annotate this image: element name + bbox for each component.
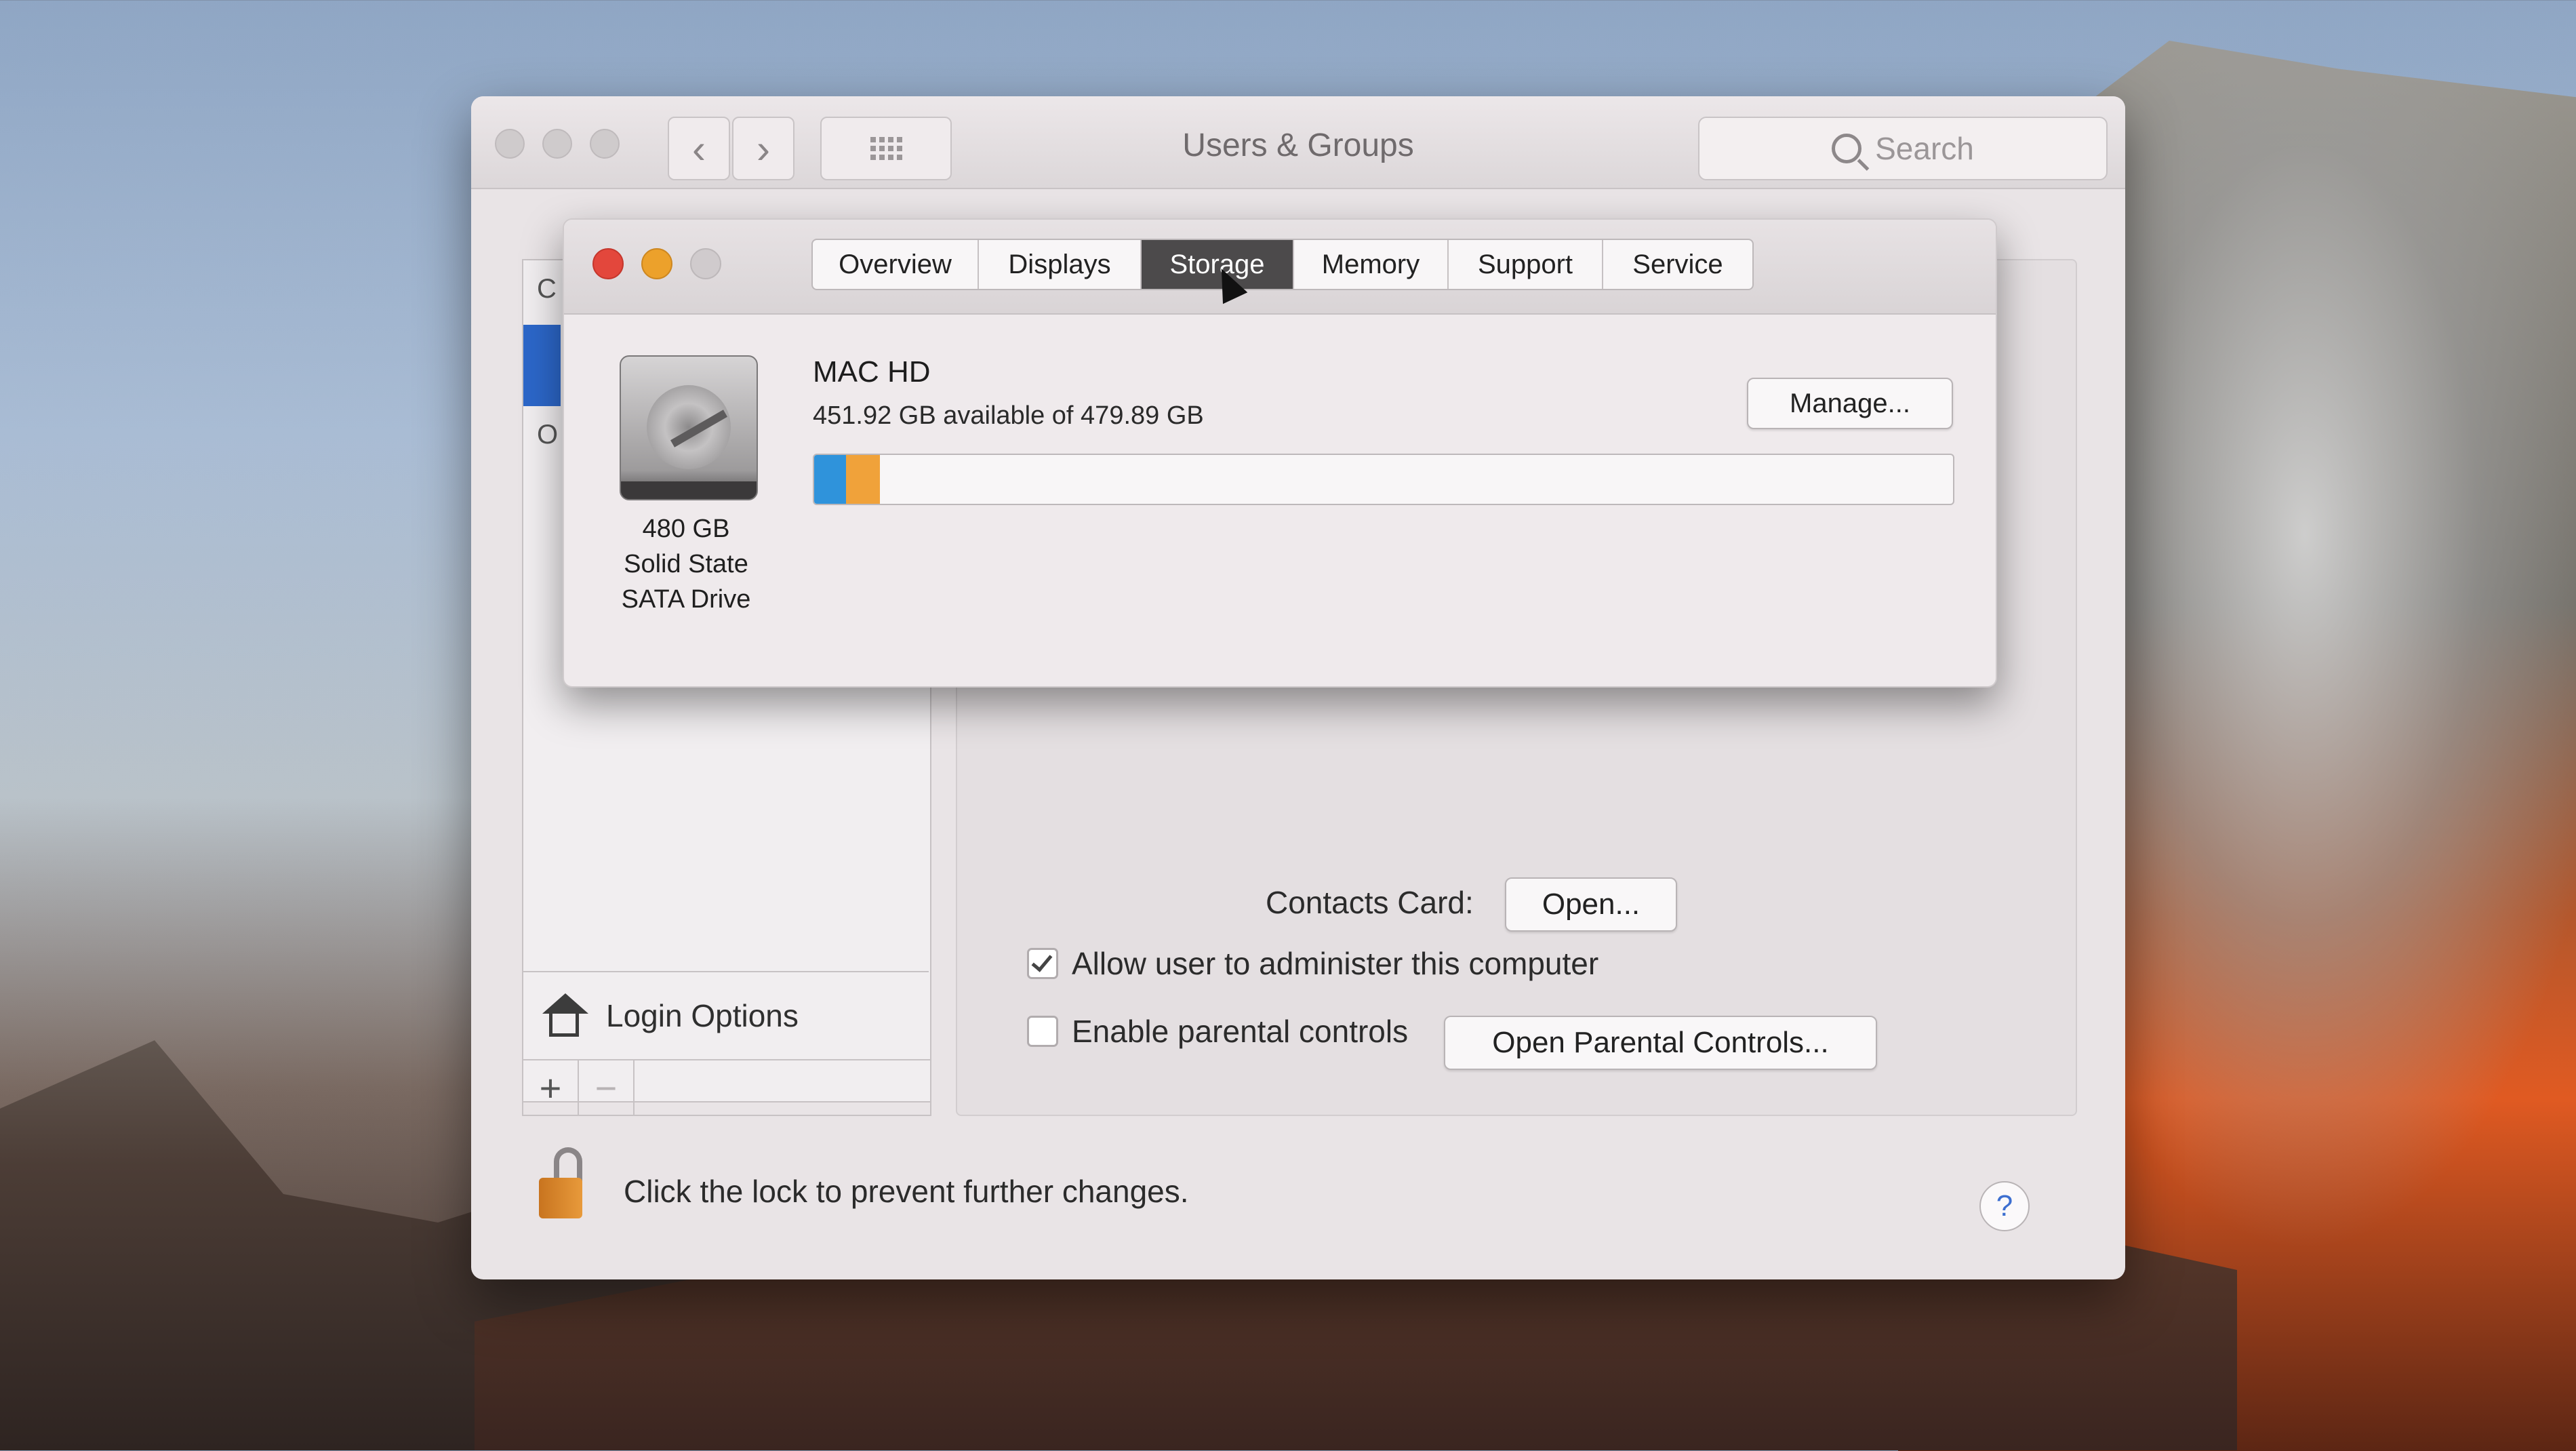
drive-type: Solid State xyxy=(624,550,748,578)
contacts-card-label: Contacts Card: xyxy=(1266,885,1474,920)
drive-capacity: 480 GB xyxy=(642,515,730,543)
admin-checkbox[interactable] xyxy=(1027,948,1058,979)
open-contacts-button[interactable]: Open... xyxy=(1505,877,1677,932)
admin-checkbox-row[interactable]: Allow user to administer this computer xyxy=(1027,945,1598,982)
login-options-item[interactable]: Login Options xyxy=(522,971,929,1059)
zoom-button[interactable] xyxy=(690,248,721,279)
open-parental-controls-button[interactable]: Open Parental Controls... xyxy=(1444,1016,1877,1070)
parental-checkbox-label: Enable parental controls xyxy=(1072,1014,1409,1049)
manage-button[interactable]: Manage... xyxy=(1747,378,1953,429)
parental-checkbox-row[interactable]: Enable parental controls xyxy=(1027,1013,1408,1050)
disk-name: MAC HD xyxy=(813,355,931,389)
add-user-button[interactable]: + xyxy=(523,1060,579,1115)
selected-user-row[interactable] xyxy=(523,325,561,406)
help-button[interactable]: ? xyxy=(1979,1181,2030,1231)
login-options-label: Login Options xyxy=(606,998,799,1033)
users-list-fragment: O xyxy=(537,420,559,450)
tab-displays[interactable]: Displays xyxy=(979,240,1142,289)
search-placeholder: Search xyxy=(1875,131,1974,166)
parental-checkbox[interactable] xyxy=(1027,1016,1058,1047)
search-icon xyxy=(1832,134,1862,163)
search-field[interactable]: Search xyxy=(1698,117,2108,180)
drive-interface: SATA Drive xyxy=(621,585,751,614)
titlebar: ‹ › Users & Groups Search xyxy=(471,96,2125,189)
admin-checkbox-label: Allow user to administer this computer xyxy=(1072,946,1599,981)
disk-availability: 451.92 GB available of 479.89 GB xyxy=(813,401,1204,430)
about-tabs: Overview Displays Storage Memory Support… xyxy=(811,239,1754,290)
storage-segment-blue xyxy=(814,455,847,504)
add-remove-bar: + − xyxy=(522,1059,931,1116)
about-toolbar: Overview Displays Storage Memory Support… xyxy=(564,220,1996,315)
tab-memory[interactable]: Memory xyxy=(1294,240,1449,289)
tab-service[interactable]: Service xyxy=(1603,240,1752,289)
about-this-mac-window: Overview Displays Storage Memory Support… xyxy=(563,218,1997,688)
house-icon xyxy=(542,993,588,1038)
users-list-fragment: C xyxy=(537,274,557,304)
drive-caption: 480 GB Solid State SATA Drive xyxy=(584,511,788,617)
remove-user-button[interactable]: − xyxy=(579,1060,635,1115)
tab-support[interactable]: Support xyxy=(1449,240,1603,289)
hard-drive-icon xyxy=(620,355,758,500)
minimize-button[interactable] xyxy=(641,248,672,279)
storage-usage-bar xyxy=(813,454,1954,505)
storage-segment-orange xyxy=(846,455,881,504)
lock-label: Click the lock to prevent further change… xyxy=(624,1174,1189,1209)
tab-overview[interactable]: Overview xyxy=(813,240,979,289)
lock-icon[interactable] xyxy=(539,1147,586,1222)
close-button[interactable] xyxy=(592,248,624,279)
